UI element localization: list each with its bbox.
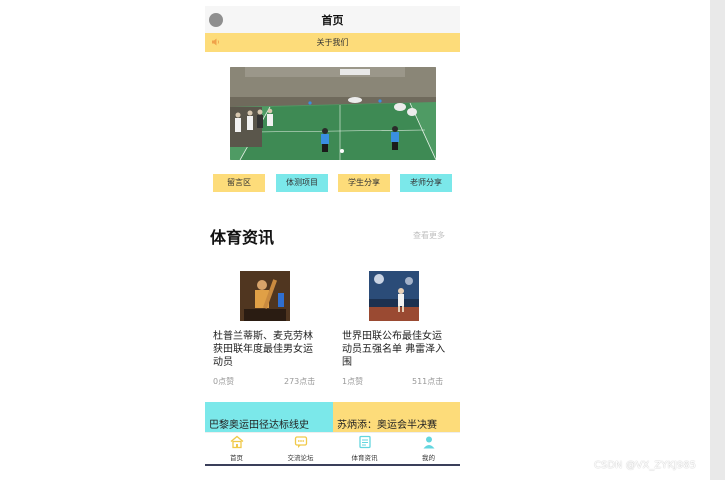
news-thumbnail[interactable] [240,271,290,321]
tab-sports-news[interactable]: 体育资讯 [333,435,396,465]
tab-home[interactable]: 首页 [205,435,268,465]
quick-link-message-board[interactable]: 留言区 [213,174,265,192]
tab-forum[interactable]: 交流论坛 [269,435,332,465]
tab-mine[interactable]: 我的 [397,435,460,465]
news-likes: 1点赞 [342,377,364,386]
user-icon [423,436,434,449]
news-clicks: 273点击 [284,377,316,386]
tab-label: 交流论坛 [287,454,314,462]
phone-screen: 首页 关于我们 留言区 体测项目 学生分享 老师分享 体育资讯 查看更多 杜普兰… [205,6,460,466]
quick-link-student-share[interactable]: 学生分享 [338,174,390,192]
news-section-title: 体育资讯 [210,228,275,247]
tab-label: 首页 [230,454,243,462]
news-item-title[interactable]: 杜普兰蒂斯、麦克劳林获田联年度最佳男女运动员 [213,330,321,369]
quick-link-fitness-test[interactable]: 体测项目 [276,174,328,192]
notice-text: 关于我们 [316,38,349,47]
news-clicks: 511点击 [412,377,444,386]
browser-scrollbar[interactable] [710,0,725,480]
bottom-tab-bar: 首页 交流论坛 体育资讯 我的 [205,432,460,465]
view-more-link[interactable]: 查看更多 [413,230,445,241]
news-item-title[interactable]: 世界田联公布最佳女运动员五强名单 弗雷泽入围 [342,330,450,369]
tab-bar-bottom-border [205,464,460,466]
news-icon [358,435,371,449]
quick-link-teacher-share[interactable]: 老师分享 [400,174,452,192]
tab-label: 体育资讯 [351,454,378,462]
news-likes: 0点赞 [213,377,235,386]
tab-label: 我的 [422,454,435,462]
news-card-title: 巴黎奥运田径达标线史 [209,420,309,431]
watermark: CSDN @VX_ZYKJ985 [594,460,696,471]
news-thumbnail[interactable] [369,271,419,321]
banner-image[interactable] [230,67,436,160]
news-card-title: 苏炳添：奥运会半决赛 [337,420,437,431]
home-icon [230,435,243,449]
page-title: 首页 [321,14,344,27]
title-bar: 首页 [205,6,460,33]
notice-bar[interactable]: 关于我们 [205,33,460,52]
forum-icon [294,436,307,448]
